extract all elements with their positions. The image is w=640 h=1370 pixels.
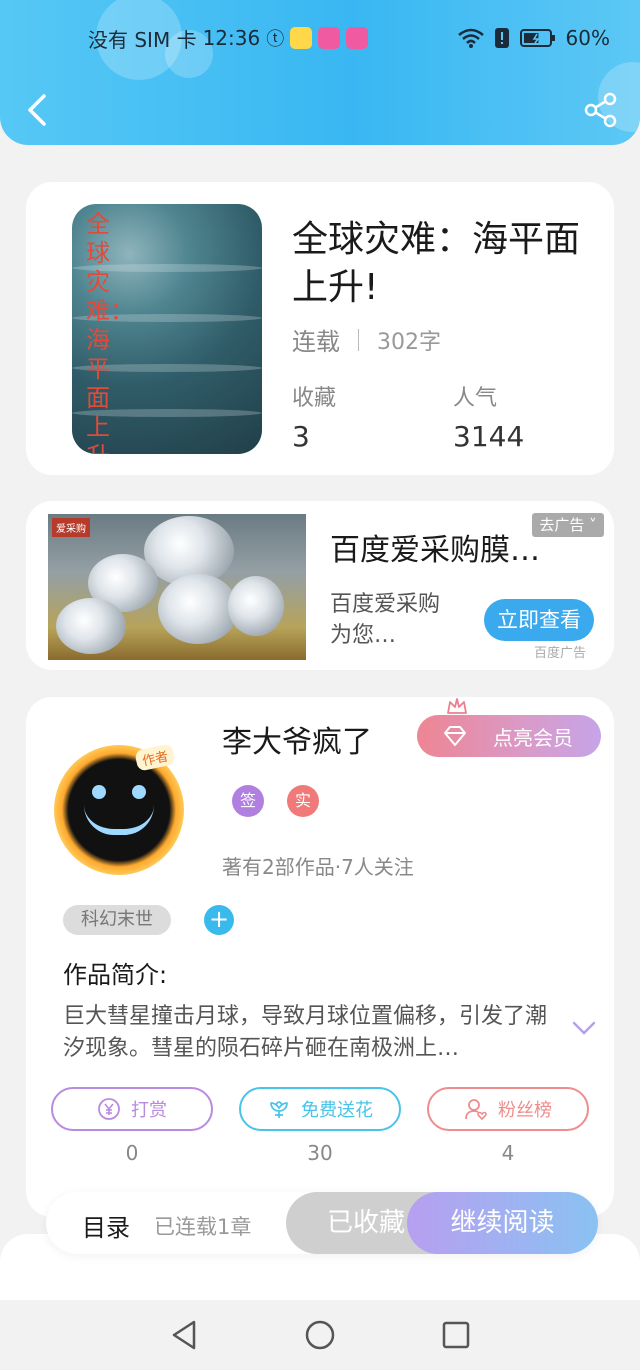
table-of-contents-button[interactable]: 目录 (82, 1208, 130, 1243)
book-cover[interactable]: 全球灾难：海平面上升 (72, 204, 262, 454)
author-avatar[interactable]: 作者 (54, 743, 184, 875)
tip-button[interactable]: 打赏 (51, 1087, 213, 1131)
app-notification-icon (346, 27, 369, 49)
intro-text: 巨大彗星撞击月球，导致月球位置偏移，引发了潮汐现象。彗星的陨石碎片砸在南极洲上… (63, 1004, 548, 1061)
alert-icon (494, 28, 509, 48)
app-notification-icon (318, 27, 341, 49)
share-icon[interactable] (584, 92, 618, 128)
crown-icon (447, 698, 467, 714)
time-text: 12:36 (202, 26, 261, 50)
ad-image[interactable]: 爱采购 (48, 514, 306, 660)
ad-title: 百度爱采购膜… (330, 533, 540, 568)
remove-ad-label: 去广告 (539, 516, 585, 534)
nav-back-icon[interactable] (168, 1318, 200, 1352)
vip-button[interactable]: 点亮会员 (417, 715, 601, 757)
system-nav-bar (0, 1300, 640, 1370)
fan-user-icon (465, 1099, 487, 1121)
avatar-smile (84, 805, 154, 835)
carrier-text: 没有 SIM 卡 (88, 27, 197, 52)
tv-icon: ⓣ (266, 29, 285, 50)
steel-coil (228, 576, 284, 636)
popularity-label: 人气 (453, 386, 498, 411)
flower-icon (270, 1101, 288, 1118)
author-card: 作者 李大爷疯了 点亮会员 签 实 著有2部作品·7人关注 科幻末世 + 作品简… (26, 697, 614, 1217)
top-header: 没有 SIM 卡 12:36 ⓣ 60% (0, 0, 640, 145)
diamond-icon (444, 726, 466, 746)
chapter-count[interactable]: 已连载1章 (154, 1211, 251, 1241)
view-now-button[interactable]: 立即查看 (484, 599, 594, 641)
add-tag-button[interactable]: + (204, 905, 234, 935)
app-notification-icon (290, 27, 313, 49)
status-bar: 没有 SIM 卡 12:36 ⓣ 60% (88, 22, 610, 54)
cover-title-text: 全球灾难：海平面上升 (86, 210, 134, 454)
nav-home-icon[interactable] (304, 1318, 336, 1352)
meta-divider (358, 328, 359, 351)
ad-logo: 爱采购 (52, 518, 90, 537)
ad-description: 百度爱采购为您… (330, 592, 441, 648)
serial-status: 连载 (292, 328, 340, 356)
send-flower-label: 免费送花 (301, 1100, 373, 1121)
yen-coin-icon (98, 1098, 120, 1120)
wifi-icon (457, 28, 484, 48)
word-count: 302字 (377, 329, 441, 355)
continue-reading-button[interactable]: 继续阅读 (407, 1192, 598, 1254)
remove-ad-button[interactable]: 去广告 ˅ (532, 513, 604, 537)
book-title: 全球灾难：海平面上升! (292, 219, 581, 308)
popularity-value: 3144 (453, 420, 525, 453)
favorites-label: 收藏 (292, 386, 337, 411)
reading-action-bar: 目录 已连载1章 已收藏 继续阅读 (46, 1192, 598, 1254)
ad-card[interactable]: 爱采购 去广告 ˅ 百度爱采购膜… 百度爱采购为您… 立即查看 百度广告 (26, 501, 614, 670)
author-tag: 作者 (134, 743, 176, 772)
author-stats: 著有2部作品·7人关注 (222, 855, 414, 879)
tip-count: 0 (125, 1141, 139, 1165)
ad-source-label: 百度广告 (534, 646, 587, 661)
back-arrow-icon[interactable] (22, 92, 52, 128)
signed-badge: 签 (232, 785, 264, 817)
avatar-eye (92, 785, 106, 799)
flower-count: 30 (307, 1141, 333, 1165)
fan-ranking-label: 粉丝榜 (498, 1100, 552, 1121)
book-info-card: 全球灾难：海平面上升 全球灾难：海平面上升! 连载 302字 收藏 3 人气 3… (26, 182, 614, 475)
send-flower-button[interactable]: 免费送花 (239, 1087, 401, 1131)
vip-label: 点亮会员 (493, 725, 573, 750)
tip-label: 打赏 (131, 1100, 167, 1121)
battery-percent: 60% (565, 26, 610, 50)
favorites-value: 3 (292, 420, 310, 453)
chevron-down-icon[interactable] (572, 1021, 596, 1035)
book-meta: 连载 302字 (292, 322, 441, 357)
author-name[interactable]: 李大爷疯了 (222, 717, 372, 761)
intro-heading: 作品简介: (63, 961, 168, 989)
genre-tag[interactable]: 科幻末世 (63, 905, 171, 935)
battery-icon (519, 29, 555, 47)
avatar-eye (132, 785, 146, 799)
verified-badge: 实 (287, 785, 319, 817)
steel-coil (56, 598, 126, 654)
fan-count: 4 (501, 1141, 515, 1165)
nav-recents-icon[interactable] (440, 1318, 472, 1352)
steel-coil (158, 574, 238, 644)
fan-ranking-button[interactable]: 粉丝榜 (427, 1087, 589, 1131)
